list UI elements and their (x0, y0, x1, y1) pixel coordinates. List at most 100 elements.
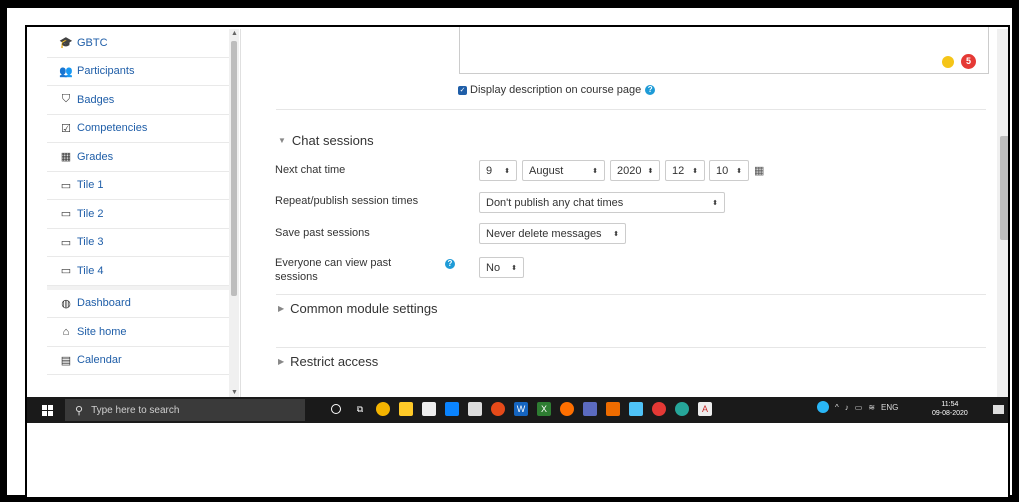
sidebar-item-label: GBTC (77, 36, 108, 49)
screen: 🎓 GBTC 👥 Participants ⛉ Badges ☑ Competencies ▦ G… (25, 25, 1010, 499)
sidebar-item-calendar[interactable]: ▤ Calendar (47, 347, 229, 375)
section-title: Chat sessions (291, 133, 374, 148)
chevron-up-icon[interactable]: ^ (835, 403, 839, 412)
scroll-up-icon[interactable]: ▲ (231, 30, 238, 37)
sidebar-item-gbtc[interactable]: 🎓 GBTC (47, 29, 229, 58)
sidebar-scrollbar[interactable]: ▲ ▼ (229, 29, 239, 397)
sidebar-item-site-home[interactable]: ⌂ Site home (47, 318, 229, 347)
page-scrollbar[interactable] (997, 29, 1008, 397)
sidebar-item-label: Tile 3 (77, 236, 104, 249)
sidebar-item-label: Tile 1 (77, 179, 104, 192)
sidebar-item-label: Badges (77, 93, 115, 106)
sidebar-item-label: Dashboard (77, 297, 131, 310)
sidebar-item-label: Site home (77, 325, 127, 338)
firefox-icon[interactable] (560, 402, 574, 416)
select-arrow-icon: ⬍ (736, 167, 742, 175)
folder-icon: ▭ (60, 265, 72, 278)
everyone-view-label: Everyone can view past sessions (275, 257, 392, 283)
battery-icon[interactable]: ▭ (855, 403, 863, 412)
select-arrow-icon: ⬍ (592, 167, 598, 175)
section-title: Restrict access (290, 354, 379, 369)
taskbar-search-input[interactable]: ⚲ Type here to search (65, 399, 305, 421)
windows-start-icon[interactable] (42, 405, 54, 416)
save-past-label: Save past sessions (275, 227, 370, 239)
repeat-select[interactable]: Don't publish any chat times ⬍ (479, 192, 725, 213)
sidebar-item-label: Calendar (77, 354, 122, 367)
section-divider (276, 347, 986, 348)
wifi-icon[interactable]: ≋ (868, 403, 875, 412)
store-icon[interactable] (445, 402, 459, 416)
app-icon[interactable] (652, 402, 666, 416)
section-divider (276, 294, 986, 295)
file-explorer-icon[interactable] (399, 402, 413, 416)
settings-form: 5 ✓ Display description on course page ?… (240, 27, 998, 397)
users-icon: 👥 (59, 65, 73, 78)
app-tray-icon[interactable] (817, 401, 829, 413)
sidebar-item-tile-2[interactable]: ▭ Tile 2 (47, 200, 229, 229)
notification-badge: 5 (961, 54, 976, 69)
check-square-icon: ☑ (61, 122, 71, 135)
sidebar-scroll-thumb[interactable] (231, 41, 237, 296)
chevron-right-icon: ▶ (278, 357, 285, 366)
description-editor[interactable]: 5 (459, 27, 989, 74)
language-indicator[interactable]: ENG (881, 403, 898, 412)
sidebar-item-tile-3[interactable]: ▭ Tile 3 (47, 229, 229, 257)
month-select[interactable]: August ⬍ (522, 160, 605, 181)
app-icon[interactable] (629, 402, 643, 416)
course-nav-drawer: 🎓 GBTC 👥 Participants ⛉ Badges ☑ Competencies ▦ G… (47, 29, 230, 397)
clock-time: 11:54 (941, 401, 959, 408)
volume-icon[interactable]: ♪ (845, 403, 849, 412)
section-chat-sessions[interactable]: ▼ Chat sessions (278, 133, 374, 148)
sidebar-item-tile-4[interactable]: ▭ Tile 4 (47, 257, 229, 286)
sidebar-item-participants[interactable]: 👥 Participants (47, 58, 229, 86)
year-select[interactable]: 2020 ⬍ (610, 160, 660, 181)
sidebar-item-grades[interactable]: ▦ Grades (47, 143, 229, 172)
cortana-icon[interactable] (331, 404, 341, 414)
help-icon[interactable]: ? (445, 259, 455, 269)
hour-select[interactable]: 12 ⬍ (665, 160, 705, 181)
scroll-down-icon[interactable]: ▼ (231, 389, 238, 396)
select-arrow-icon: ⬍ (647, 167, 654, 175)
clock[interactable]: 11:54 09-08-2020 (932, 400, 968, 418)
search-placeholder: Type here to search (91, 404, 180, 416)
app-icon[interactable] (583, 402, 597, 416)
calendar-icon[interactable]: ▦ (754, 164, 764, 177)
display-description-row[interactable]: ✓ Display description on course page ? (458, 84, 656, 96)
repeat-label: Repeat/publish session times (275, 195, 419, 207)
pinned-apps: ⧉ W X A (327, 401, 721, 417)
notifications-icon[interactable] (993, 405, 1004, 414)
sidebar-item-dashboard[interactable]: ◍ Dashboard (47, 285, 229, 318)
chevron-down-icon: ▼ (278, 136, 286, 145)
section-restrict-access[interactable]: ▶ Restrict access (278, 354, 378, 369)
pdf-icon[interactable]: A (698, 402, 712, 416)
everyone-view-select[interactable]: No ⬍ (479, 257, 524, 278)
display-description-label: Display description on course page (470, 84, 642, 96)
app-icon[interactable] (491, 402, 505, 416)
mail-icon[interactable] (422, 402, 436, 416)
word-icon[interactable]: W (514, 402, 528, 416)
excel-icon[interactable]: X (537, 402, 551, 416)
home-icon: ⌂ (62, 325, 70, 338)
save-past-select[interactable]: Never delete messages ⬍ (479, 223, 626, 244)
minute-select[interactable]: 10 ⬍ (709, 160, 749, 181)
checkbox-checked-icon[interactable]: ✓ (458, 85, 467, 95)
edge-icon[interactable] (675, 402, 689, 416)
sidebar-item-tile-1[interactable]: ▭ Tile 1 (47, 172, 229, 200)
folder-icon: ▭ (60, 236, 72, 249)
select-arrow-icon: ⬍ (613, 230, 619, 238)
sidebar-item-badges[interactable]: ⛉ Badges (47, 86, 229, 115)
app-icon[interactable] (606, 402, 620, 416)
task-view-icon[interactable]: ⧉ (353, 402, 367, 416)
emoji-icon[interactable] (942, 56, 954, 68)
chrome-icon[interactable] (376, 402, 390, 416)
page-scroll-thumb[interactable] (1000, 136, 1008, 240)
sidebar-item-label: Competencies (77, 122, 148, 135)
select-arrow-icon: ⬍ (504, 167, 510, 175)
sidebar-item-competencies[interactable]: ☑ Competencies (47, 115, 229, 143)
help-icon[interactable]: ? (645, 85, 656, 95)
calculator-icon[interactable] (468, 402, 482, 416)
next-chat-time-label: Next chat time (275, 164, 346, 176)
sidebar-item-label: Tile 4 (77, 264, 104, 277)
section-common-module-settings[interactable]: ▶ Common module settings (278, 301, 438, 316)
day-select[interactable]: 9 ⬍ (479, 160, 517, 181)
